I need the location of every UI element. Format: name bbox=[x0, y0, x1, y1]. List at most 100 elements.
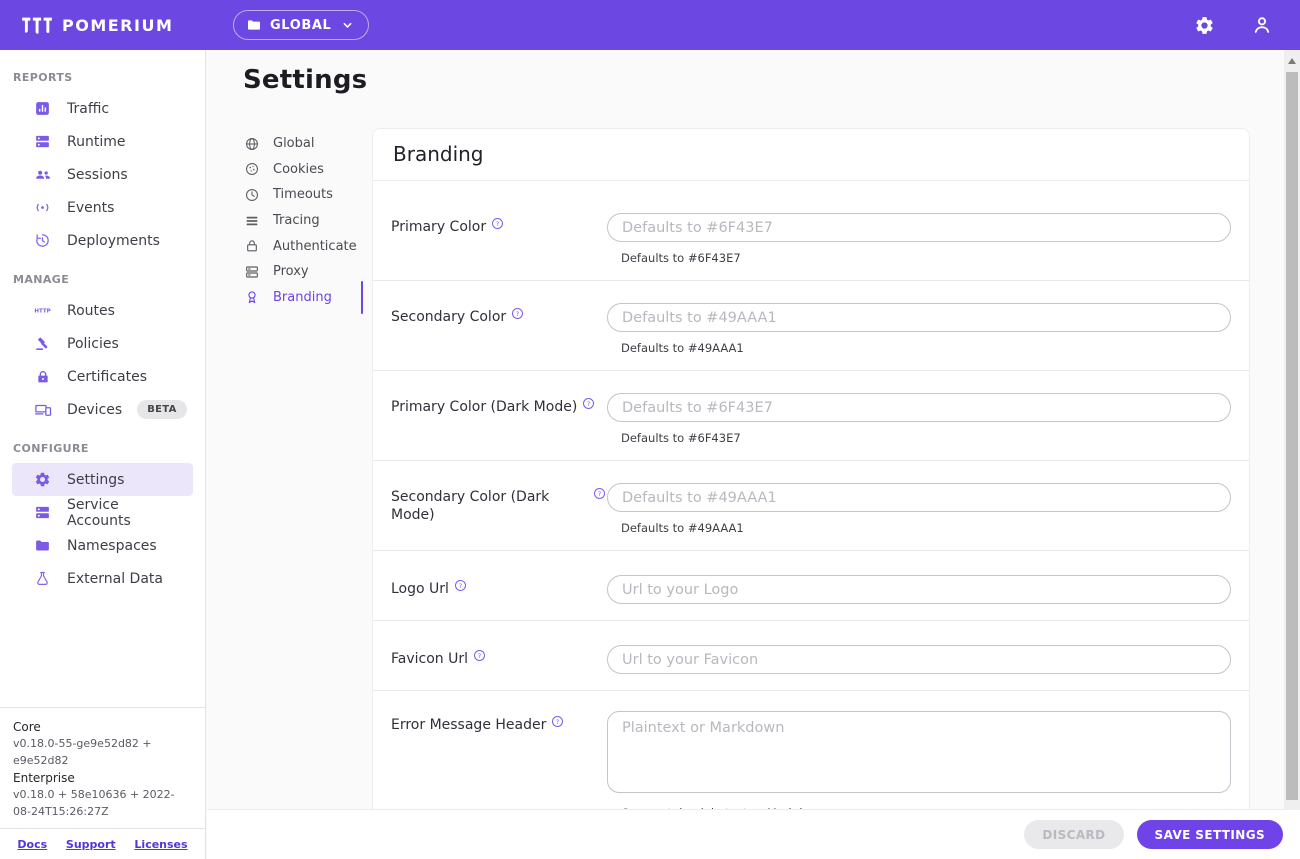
award-icon bbox=[243, 289, 260, 306]
sidebar-item-settings[interactable]: Settings bbox=[12, 463, 193, 496]
sidebar-section-configure: CONFIGURE Settings Service Accounts Name… bbox=[0, 442, 205, 595]
scrollbar-up-arrow[interactable] bbox=[1284, 50, 1300, 66]
sidebar-item-namespaces[interactable]: Namespaces bbox=[12, 529, 193, 562]
sidebar-item-label: Routes bbox=[67, 302, 115, 319]
footer-links: Docs Support Licenses bbox=[0, 828, 205, 859]
field-label: Secondary Color (Dark Mode) bbox=[391, 489, 550, 523]
help-icon[interactable]: ? bbox=[581, 396, 596, 411]
help-icon[interactable]: ? bbox=[510, 306, 525, 321]
core-version-label: Core bbox=[13, 720, 41, 734]
folder-icon bbox=[33, 536, 52, 555]
section-label-configure: CONFIGURE bbox=[13, 442, 89, 455]
sidebar-item-certificates[interactable]: Certificates bbox=[12, 360, 193, 393]
server-outline-icon bbox=[243, 263, 260, 280]
user-account-button[interactable] bbox=[1250, 13, 1274, 37]
namespace-selector[interactable]: GLOBAL bbox=[233, 10, 370, 40]
svg-text:?: ? bbox=[516, 310, 520, 318]
error-message-header-input[interactable] bbox=[607, 711, 1231, 793]
docs-link[interactable]: Docs bbox=[17, 838, 47, 851]
sidebar-item-label: Devices bbox=[67, 401, 123, 418]
brand: POMERIUM bbox=[0, 15, 173, 36]
namespace-label: GLOBAL bbox=[270, 17, 332, 33]
http-icon: HTTP bbox=[33, 301, 52, 320]
help-icon[interactable]: ? bbox=[592, 486, 607, 501]
sidebar-item-devices[interactable]: Devices BETA bbox=[12, 393, 193, 426]
list-lines-icon bbox=[243, 212, 260, 229]
sidebar-item-traffic[interactable]: Traffic bbox=[12, 92, 193, 125]
settings-subnav: Global Cookies Timeouts Tracing Authenti… bbox=[243, 131, 363, 314]
primary-color-dark-input[interactable] bbox=[607, 393, 1231, 422]
svg-text:?: ? bbox=[496, 220, 500, 228]
licenses-link[interactable]: Licenses bbox=[134, 838, 187, 851]
tab-proxy[interactable]: Proxy bbox=[243, 259, 362, 285]
enterprise-version-value: v0.18.0 + 58e10636 + 2022-08-24T15:26:27… bbox=[13, 788, 175, 818]
tab-label: Global bbox=[273, 136, 315, 152]
topbar: POMERIUM GLOBAL bbox=[0, 0, 1300, 50]
lock-icon bbox=[33, 367, 52, 386]
secondary-color-dark-input[interactable] bbox=[607, 483, 1231, 512]
sidebar-item-external-data[interactable]: External Data bbox=[12, 562, 193, 595]
tab-timeouts[interactable]: Timeouts bbox=[243, 182, 362, 208]
tab-tracing[interactable]: Tracing bbox=[243, 208, 362, 234]
section-label-manage: MANAGE bbox=[13, 273, 70, 286]
people-icon bbox=[33, 165, 52, 184]
sidebar-item-routes[interactable]: HTTP Routes bbox=[12, 294, 193, 327]
svg-text:?: ? bbox=[459, 582, 463, 590]
primary-color-input[interactable] bbox=[607, 213, 1231, 242]
save-settings-button[interactable]: SAVE SETTINGS bbox=[1136, 820, 1283, 849]
field-helper-text: Defaults to #6F43E7 bbox=[621, 251, 741, 265]
settings-gear-button[interactable] bbox=[1192, 13, 1216, 37]
svg-text:?: ? bbox=[587, 400, 591, 408]
scrollbar-thumb[interactable] bbox=[1286, 72, 1298, 800]
support-link[interactable]: Support bbox=[66, 838, 116, 851]
field-row-error-message-header: Error Message Header ? Can contain plain… bbox=[373, 691, 1249, 810]
field-row-favicon-url: Favicon Url ? bbox=[373, 621, 1249, 691]
field-row-logo-url: Logo Url ? bbox=[373, 551, 1249, 621]
sidebar-item-label: Settings bbox=[67, 471, 125, 488]
flask-icon bbox=[33, 569, 52, 588]
sidebar-item-service-accounts[interactable]: Service Accounts bbox=[12, 496, 193, 529]
sidebar-item-runtime[interactable]: Runtime bbox=[12, 125, 193, 158]
tab-cookies[interactable]: Cookies bbox=[243, 157, 362, 183]
tab-global[interactable]: Global bbox=[243, 131, 362, 157]
history-icon bbox=[33, 231, 52, 250]
tab-authenticate[interactable]: Authenticate bbox=[243, 233, 362, 259]
tab-branding[interactable]: Branding bbox=[243, 280, 363, 314]
logo-url-input[interactable] bbox=[607, 575, 1231, 604]
svg-text:?: ? bbox=[598, 490, 602, 498]
tab-label: Authenticate bbox=[273, 238, 357, 254]
secondary-color-input[interactable] bbox=[607, 303, 1231, 332]
sidebar-item-label: Events bbox=[67, 199, 115, 216]
cookie-icon bbox=[243, 161, 260, 178]
svg-text:HTTP: HTTP bbox=[34, 309, 50, 315]
field-helper-text: Defaults to #6F43E7 bbox=[621, 431, 741, 445]
tab-label: Branding bbox=[273, 289, 332, 305]
sidebar-item-label: External Data bbox=[67, 570, 163, 587]
favicon-url-input[interactable] bbox=[607, 645, 1231, 674]
discard-button[interactable]: DISCARD bbox=[1024, 820, 1124, 849]
sidebar: REPORTS Traffic Runtime Sessions Events … bbox=[0, 50, 206, 859]
core-version-value: v0.18.0-55-ge9e52d82 + e9e52d82 bbox=[13, 737, 152, 767]
help-icon[interactable]: ? bbox=[472, 648, 487, 663]
chart-icon bbox=[33, 99, 52, 118]
server-icon bbox=[33, 503, 52, 522]
help-icon[interactable]: ? bbox=[550, 714, 565, 729]
field-label: Secondary Color bbox=[391, 309, 507, 325]
sidebar-item-policies[interactable]: Policies bbox=[12, 327, 193, 360]
sidebar-item-label: Deployments bbox=[67, 232, 160, 249]
sidebar-item-label: Service Accounts bbox=[67, 496, 131, 529]
devices-icon bbox=[33, 400, 52, 419]
sidebar-item-sessions[interactable]: Sessions bbox=[12, 158, 193, 191]
server-icon bbox=[33, 132, 52, 151]
sidebar-item-label: Sessions bbox=[67, 166, 128, 183]
sidebar-item-deployments[interactable]: Deployments bbox=[12, 224, 193, 257]
section-label-reports: REPORTS bbox=[13, 71, 73, 84]
help-icon[interactable]: ? bbox=[453, 578, 468, 593]
tab-label: Timeouts bbox=[273, 187, 333, 203]
sidebar-item-events[interactable]: Events bbox=[12, 191, 193, 224]
field-row-primary-color: Primary Color ? Defaults to #6F43E7 bbox=[373, 181, 1249, 281]
help-icon[interactable]: ? bbox=[490, 216, 505, 231]
field-row-primary-color-dark: Primary Color (Dark Mode) ? Defaults to … bbox=[373, 371, 1249, 461]
page-title: Settings bbox=[243, 65, 368, 95]
sidebar-item-label: Runtime bbox=[67, 133, 126, 150]
